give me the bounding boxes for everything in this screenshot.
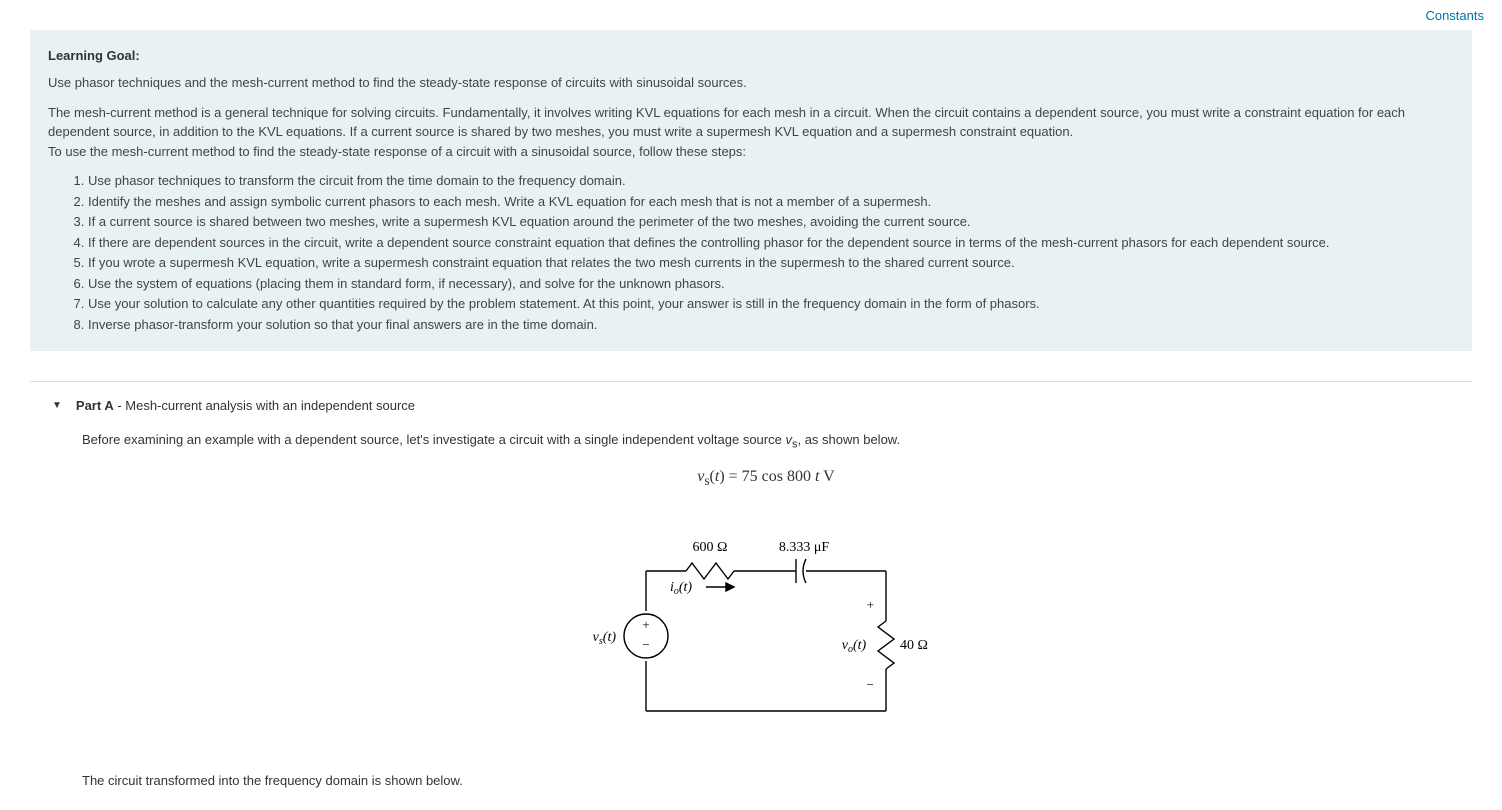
part-a-section: ▼ Part A - Mesh-current analysis with an…: [30, 381, 1472, 810]
source-plus: +: [642, 617, 649, 632]
step-item: Identify the meshes and assign symbolic …: [88, 192, 1454, 212]
learning-goal-heading: Learning Goal:: [48, 46, 1454, 66]
learning-goal-intro: Use phasor techniques and the mesh-curre…: [48, 73, 1454, 93]
load-label: 40 Ω: [900, 638, 928, 653]
source-minus: −: [642, 637, 649, 652]
learning-goal-description: The mesh-current method is a general tec…: [48, 103, 1454, 162]
step-item: Inverse phasor-transform your solution s…: [88, 315, 1454, 335]
top-bar: Constants: [0, 0, 1502, 30]
part-a-equation: vs(t) = 75 cos 800 t V: [82, 465, 1450, 491]
learning-goal-panel: Learning Goal: Use phasor techniques and…: [30, 30, 1472, 352]
part-a-header[interactable]: ▼ Part A - Mesh-current analysis with an…: [30, 382, 1472, 430]
circuit-diagram: + − vs(t) 600 Ω 8.333 μF io(t) + − vo(t): [82, 521, 1450, 731]
vo-minus: −: [867, 677, 874, 692]
io-label: io(t): [670, 580, 692, 597]
circuit-svg: + − vs(t) 600 Ω 8.333 μF io(t) + − vo(t): [586, 521, 946, 731]
constants-link[interactable]: Constants: [1425, 8, 1484, 23]
step-item: If there are dependent sources in the ci…: [88, 233, 1454, 253]
part-a-body: Before examining an example with a depen…: [30, 430, 1472, 810]
learning-goal-steps: Use phasor techniques to transform the c…: [48, 171, 1454, 334]
step-item: Use phasor techniques to transform the c…: [88, 171, 1454, 191]
vs-label: vs(t): [593, 630, 617, 647]
step-item: Use the system of equations (placing the…: [88, 274, 1454, 294]
capacitor-label: 8.333 μF: [779, 540, 830, 555]
vo-label: vo(t): [842, 638, 867, 655]
part-a-footer: The circuit transformed into the frequen…: [82, 771, 1450, 791]
collapse-triangle-icon: ▼: [52, 398, 62, 413]
part-a-intro: Before examining an example with a depen…: [82, 430, 1450, 453]
step-item: Use your solution to calculate any other…: [88, 294, 1454, 314]
part-a-title: Part A - Mesh-current analysis with an i…: [76, 396, 415, 416]
step-item: If you wrote a supermesh KVL equation, w…: [88, 253, 1454, 273]
current-arrow-icon: [706, 583, 734, 591]
step-item: If a current source is shared between tw…: [88, 212, 1454, 232]
resistor-label: 600 Ω: [693, 540, 728, 555]
vo-plus: +: [867, 597, 874, 612]
